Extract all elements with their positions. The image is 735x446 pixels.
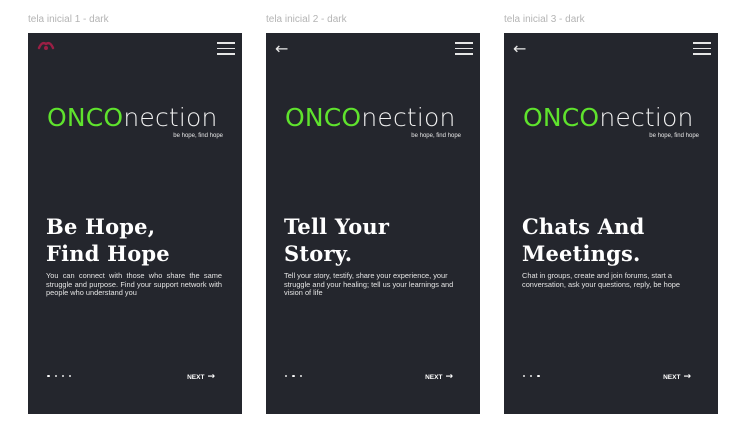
brand-logo: ONCOnection bbox=[47, 104, 218, 132]
headline: Be Hope, Find Hope bbox=[46, 214, 170, 266]
back-arrow-icon[interactable]: ← bbox=[513, 41, 526, 57]
next-button[interactable]: NEXT → bbox=[425, 372, 453, 382]
pagination-dots bbox=[47, 375, 71, 377]
arrow-right-icon: → bbox=[207, 372, 215, 382]
brand-rest: nection bbox=[361, 103, 456, 132]
onboarding-screen-1: ONCOnection be hope, find hope Be Hope, … bbox=[28, 33, 242, 414]
brand-rest: nection bbox=[123, 103, 218, 132]
next-button[interactable]: NEXT → bbox=[663, 372, 691, 382]
page-dot[interactable] bbox=[55, 375, 57, 377]
next-label: NEXT bbox=[663, 373, 681, 381]
body-text: Chat in groups, create and join forums, … bbox=[522, 271, 681, 289]
page-dot[interactable] bbox=[285, 375, 287, 377]
tagline: be hope, find hope bbox=[411, 133, 461, 139]
logo-mark-icon bbox=[37, 41, 55, 50]
page-dot[interactable] bbox=[530, 375, 532, 377]
pagination-dots bbox=[523, 375, 540, 377]
brand-logo: ONCOnection bbox=[523, 104, 694, 132]
hamburger-menu-icon[interactable] bbox=[217, 42, 235, 55]
headline: Chats And Meetings. bbox=[522, 214, 645, 266]
page-dot[interactable] bbox=[62, 375, 64, 377]
onboarding-screen-2: ← ONCOnection be hope, find hope Tell Yo… bbox=[266, 33, 480, 414]
brand-accent: ONCO bbox=[47, 103, 124, 132]
next-label: NEXT bbox=[425, 373, 443, 381]
pagination-dots bbox=[285, 375, 302, 377]
brand-accent: ONCO bbox=[523, 103, 600, 132]
page-dot[interactable] bbox=[523, 375, 525, 377]
headline: Tell Your Story. bbox=[284, 214, 390, 266]
tagline: be hope, find hope bbox=[649, 133, 699, 139]
page-dot[interactable] bbox=[300, 375, 302, 377]
tagline: be hope, find hope bbox=[173, 133, 223, 139]
body-text: You can connect with those who share the… bbox=[46, 271, 222, 297]
brand-rest: nection bbox=[599, 103, 694, 132]
onboarding-screen-3: ← ONCOnection be hope, find hope Chats A… bbox=[504, 33, 718, 414]
page-dot-active[interactable] bbox=[292, 375, 295, 377]
page-dot-active[interactable] bbox=[537, 375, 540, 377]
hamburger-menu-icon[interactable] bbox=[455, 42, 473, 55]
brand-logo: ONCOnection bbox=[285, 104, 456, 132]
next-button[interactable]: NEXT → bbox=[187, 372, 215, 382]
arrow-right-icon: → bbox=[683, 372, 691, 382]
frame-label-1: tela inicial 1 - dark bbox=[28, 14, 109, 25]
back-arrow-icon[interactable]: ← bbox=[275, 41, 288, 57]
hamburger-menu-icon[interactable] bbox=[693, 42, 711, 55]
page-dot[interactable] bbox=[69, 375, 71, 377]
frame-label-2: tela inicial 2 - dark bbox=[266, 14, 347, 25]
page-dot-active[interactable] bbox=[47, 375, 50, 377]
next-label: NEXT bbox=[187, 373, 205, 381]
arrow-right-icon: → bbox=[445, 372, 453, 382]
brand-accent: ONCO bbox=[285, 103, 362, 132]
body-text: Tell your story, testify, share your exp… bbox=[284, 271, 454, 297]
frame-label-3: tela inicial 3 - dark bbox=[504, 14, 585, 25]
